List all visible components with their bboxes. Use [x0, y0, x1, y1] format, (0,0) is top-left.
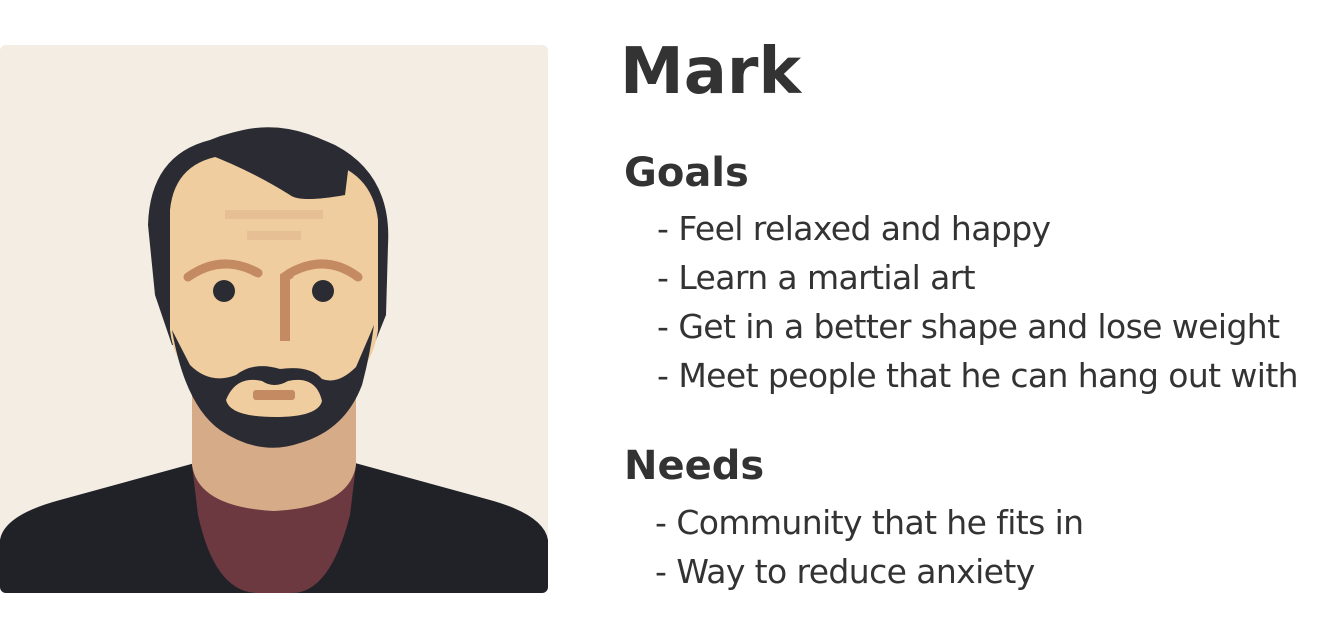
man-with-beard-avatar-icon	[0, 45, 548, 593]
needs-list: - Community that he fits in - Way to reduc…	[655, 498, 1084, 596]
need-item-text: Community that he fits in	[676, 503, 1084, 542]
goal-item: - Get in a better shape and lose weight	[657, 302, 1298, 351]
need-item: - Way to reduce anxiety	[655, 547, 1084, 596]
goal-item-text: Get in a better shape and lose weight	[678, 307, 1280, 346]
goal-item-text: Learn a martial art	[678, 258, 975, 297]
goals-list: - Feel relaxed and happy - Learn a martial…	[657, 204, 1299, 400]
goals-heading: Goals	[624, 150, 749, 196]
persona-avatar	[0, 45, 548, 593]
bullet-dash: -	[657, 209, 669, 248]
goal-item-text: Feel relaxed and happy	[678, 209, 1051, 248]
bullet-dash: -	[655, 552, 667, 591]
goal-item: - Learn a martial art	[657, 253, 1298, 302]
bullet-dash: -	[657, 258, 669, 297]
needs-heading: Needs	[624, 443, 765, 489]
goal-item: - Feel relaxed and happy	[657, 204, 1298, 253]
goal-item: - Meet people that he can hang out with	[657, 351, 1299, 400]
persona-name: Mark	[620, 35, 801, 109]
need-item: - Community that he fits in	[655, 498, 1084, 547]
bullet-dash: -	[657, 356, 669, 395]
bullet-dash: -	[655, 503, 667, 542]
bullet-dash: -	[657, 307, 669, 346]
need-item-text: Way to reduce anxiety	[676, 552, 1035, 591]
goal-item-text: Meet people that he can hang out with	[678, 356, 1298, 395]
